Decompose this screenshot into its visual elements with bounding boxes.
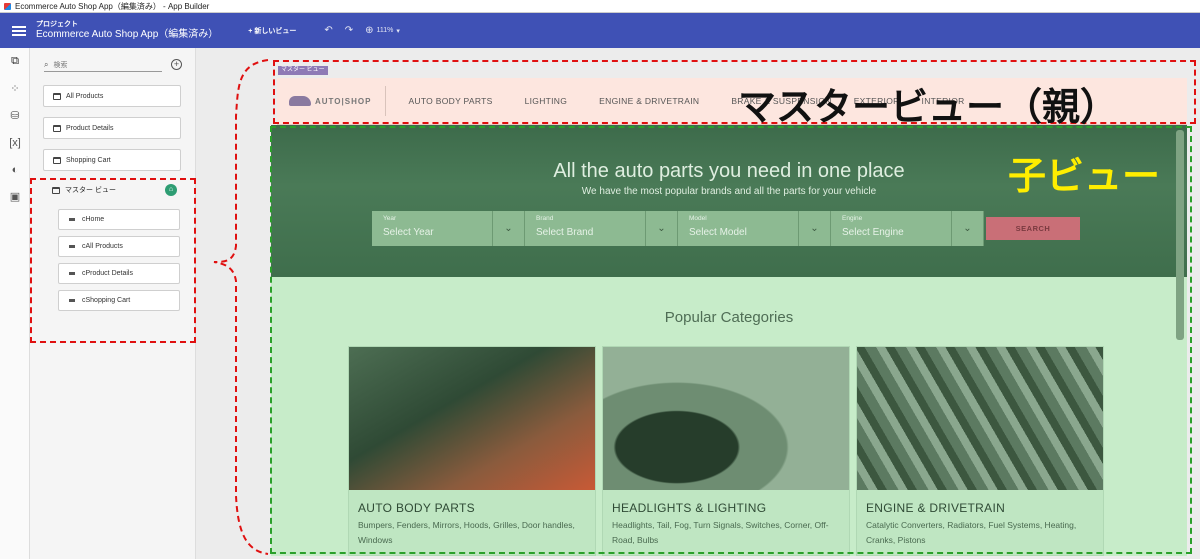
variables-icon[interactable]: [x] (0, 129, 30, 156)
icon-rail: ⧉ ⁘ ⛁ [x] ◐ ▣ (0, 48, 30, 559)
tree-item-label: Product Details (66, 124, 114, 132)
window-title-bar: Ecommerce Auto Shop App（編集済み） - App Buil… (0, 0, 1200, 13)
new-view-button[interactable]: + 新しいビュー (248, 26, 296, 36)
window-icon (53, 92, 61, 100)
zoom-level[interactable]: 111% (377, 27, 394, 34)
search-icon: ⌕ (44, 59, 49, 69)
search-input[interactable]: ⌕ 検索 (44, 58, 162, 72)
window-icon (53, 124, 61, 132)
zoom-icon[interactable]: ⊕ (365, 25, 373, 36)
project-label: プロジェクト (36, 20, 78, 28)
project-info: プロジェクト Ecommerce Auto Shop App（編集済み） (36, 21, 218, 41)
undo-icon[interactable]: ↶ (324, 25, 332, 36)
project-name: Ecommerce Auto Shop App（編集済み） (36, 28, 219, 40)
window-icon (53, 156, 61, 164)
tree-item-shopping-cart[interactable]: Shopping Cart (43, 149, 181, 171)
assets-icon[interactable]: ▣ (0, 183, 30, 210)
tree-item-all-products[interactable]: All Products (43, 85, 181, 107)
window-title: Ecommerce Auto Shop App（編集済み） - App Buil… (15, 1, 210, 11)
app-header: プロジェクト Ecommerce Auto Shop App（編集済み） + 新… (0, 13, 1200, 48)
master-tree-highlight (30, 178, 196, 343)
database-icon[interactable]: ⛁ (0, 102, 30, 129)
chevron-down-icon[interactable]: ▾ (396, 27, 400, 35)
menu-icon[interactable] (12, 24, 26, 38)
tree-item-product-details[interactable]: Product Details (43, 117, 181, 139)
add-view-button[interactable]: + (171, 59, 182, 70)
app-icon (4, 2, 11, 10)
tree-item-label: All Products (66, 92, 104, 100)
theme-icon[interactable]: ◐ (0, 156, 30, 183)
brace-annotation (213, 59, 269, 555)
search-placeholder: 検索 (53, 61, 68, 69)
components-icon[interactable]: ⁘ (0, 75, 30, 102)
child-view-annotation-label: 子ビュー (1008, 154, 1161, 198)
master-view-annotation-label: マスタービュー（親） (738, 85, 1119, 129)
tree-item-label: Shopping Cart (66, 156, 111, 164)
redo-icon[interactable]: ↷ (345, 25, 353, 36)
views-icon[interactable]: ⧉ (0, 48, 30, 75)
